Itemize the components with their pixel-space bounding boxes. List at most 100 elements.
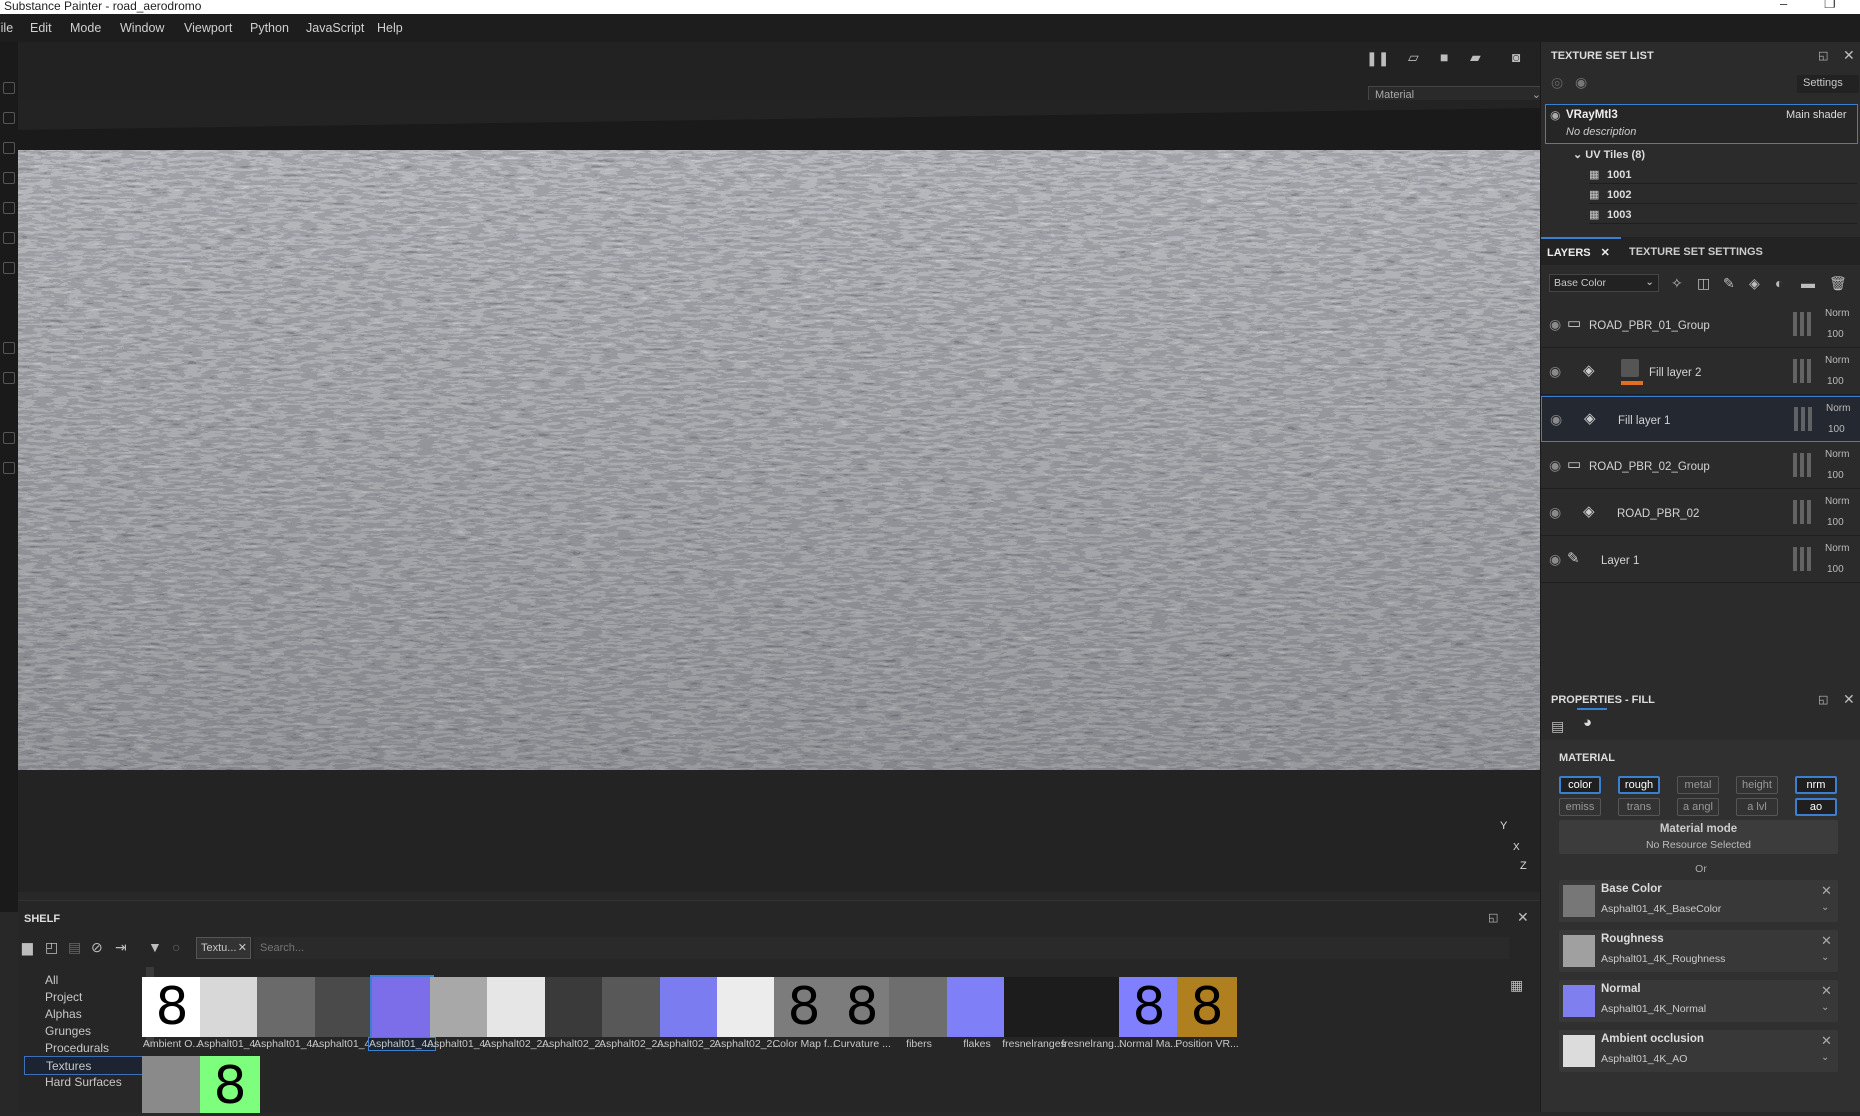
menu-mode[interactable]: Mode (70, 21, 101, 35)
display-settings-icon[interactable] (3, 462, 15, 474)
delete-layer-icon[interactable]: 🗑 (1829, 275, 1847, 292)
smudge-tool-icon[interactable] (3, 202, 15, 214)
viewport[interactable]: ❚❚ ▱ ■ ▰ ◙ Material ⌄ Y X Z (18, 42, 1540, 892)
close-icon[interactable]: ✕ (1821, 983, 1832, 999)
refresh-icon[interactable]: ○ (172, 939, 180, 955)
filter-tag[interactable]: Textu... ✕ (196, 937, 251, 959)
shelf-item-thumbnail[interactable] (889, 977, 949, 1037)
shelf-item-thumbnail[interactable]: 8 (200, 1056, 260, 1116)
layer-opacity[interactable]: 100 (1827, 564, 1844, 575)
material-slot[interactable]: Base Color Asphalt01_4K_BaseColor ✕ ⌄ (1559, 880, 1838, 922)
shelf-item-thumbnail[interactable]: 8 (832, 977, 892, 1037)
shelf-item-label[interactable]: Normal Ma... (1116, 1038, 1182, 1050)
menu-help[interactable]: Help (377, 21, 403, 35)
shelf-item-thumbnail[interactable] (1062, 977, 1122, 1037)
shelf-item-label[interactable]: fibers (886, 1038, 952, 1050)
layer-channels-icon[interactable] (1793, 359, 1813, 383)
camera-icon[interactable]: ▰ (1470, 49, 1481, 66)
eye-icon[interactable]: ◉ (1549, 551, 1561, 568)
material-slot[interactable]: Normal Asphalt01_4K_Normal ✕ ⌄ (1559, 980, 1838, 1022)
pause-icon[interactable]: ❚❚ (1366, 50, 1389, 67)
channel-toggle-a-angl[interactable]: a angl (1677, 798, 1719, 816)
undock-icon[interactable]: ◱ (1488, 911, 1498, 924)
fill-properties-icon[interactable]: ▤ (1551, 718, 1564, 735)
grid-view-icon[interactable]: ▦ (1510, 977, 1523, 994)
shelf-item-thumbnail[interactable] (545, 977, 605, 1037)
shelf-item-label[interactable]: Asphalt02_2... (484, 1038, 550, 1050)
undock-icon[interactable]: ◱ (1818, 693, 1828, 706)
chevron-down-icon[interactable]: ⌄ (1821, 1052, 1829, 1063)
shelf-item-thumbnail[interactable] (200, 977, 260, 1037)
tab-texture-set-settings[interactable]: TEXTURE SET SETTINGS (1629, 246, 1763, 258)
layer-blend-mode[interactable]: Norm (1825, 543, 1849, 554)
menu-edit[interactable]: Edit (30, 21, 52, 35)
menu-python[interactable]: Python (250, 21, 289, 35)
layer-blend-mode[interactable]: Norm (1825, 449, 1849, 460)
layer-channels-icon[interactable] (1793, 312, 1813, 336)
layer-row[interactable]: ◉ ✎ Layer 1 Norm 100 (1541, 537, 1860, 583)
mask-thumbnail[interactable] (1621, 359, 1639, 377)
folder-icon[interactable]: ▆ (22, 939, 33, 956)
layer-row[interactable]: ◉ ◈ Fill layer 2 Norm 100 (1541, 349, 1860, 395)
shelf-item-thumbnail[interactable]: 8 (1177, 977, 1237, 1037)
shelf-item-thumbnail[interactable] (257, 977, 317, 1037)
close-icon[interactable]: ✕ (1821, 933, 1832, 949)
menu-javascript[interactable]: JavaScript (306, 21, 364, 35)
slot-thumbnail[interactable] (1563, 1035, 1595, 1067)
menu-viewport[interactable]: Viewport (184, 21, 232, 35)
uv-tile-row[interactable]: ▦ 1001 (1589, 166, 1857, 184)
save-icon[interactable]: ▤ (68, 939, 81, 956)
close-icon[interactable]: ✕ (1601, 247, 1610, 259)
shelf-item-label[interactable]: fresnelranges (1001, 1038, 1067, 1050)
picker-tool-icon[interactable] (3, 262, 15, 274)
shelf-item-thumbnail[interactable]: 8 (1119, 977, 1179, 1037)
add-paint-layer-icon[interactable]: ✎ (1723, 275, 1735, 292)
layer-channels-icon[interactable] (1794, 407, 1814, 431)
shelf-item-label[interactable]: Ambient O... (139, 1038, 205, 1050)
add-folder-icon[interactable]: ▬ (1801, 275, 1815, 291)
channel-toggle-trans[interactable]: trans (1618, 798, 1660, 816)
texture-set-item[interactable]: ◉ VRayMtl3 Main shader No description (1545, 104, 1858, 144)
channel-toggle-emiss[interactable]: emiss (1559, 798, 1601, 816)
layer-channels-icon[interactable] (1793, 500, 1813, 524)
menu-file[interactable]: File (0, 21, 13, 35)
bake-icon[interactable] (3, 342, 15, 354)
channel-toggle-ao[interactable]: ao (1795, 798, 1837, 816)
maximize-icon[interactable]: ❐ (1824, 0, 1836, 10)
shelf-item-thumbnail[interactable] (1004, 977, 1064, 1037)
import-icon[interactable]: ⇥ (115, 939, 127, 956)
new-folder-icon[interactable]: ◰ (45, 939, 58, 956)
layer-blend-mode[interactable]: Norm (1826, 403, 1850, 414)
shelf-item-thumbnail[interactable] (370, 975, 434, 1039)
clone-tool-icon[interactable] (3, 232, 15, 244)
layer-blend-mode[interactable]: Norm (1825, 496, 1849, 507)
layer-row[interactable]: ◉ ◈ ROAD_PBR_02 Norm 100 (1541, 490, 1860, 536)
chevron-down-icon[interactable]: ⌄ (1821, 952, 1829, 963)
texture-set-settings-dropdown[interactable]: Settings (1797, 75, 1859, 93)
chevron-down-icon[interactable]: ⌄ (1821, 902, 1829, 913)
minimize-icon[interactable]: – (1780, 0, 1787, 10)
shelf-item-label[interactable]: Position VR... (1174, 1038, 1240, 1050)
geometry-fill-icon[interactable] (3, 172, 15, 184)
shelf-item-thumbnail[interactable] (315, 977, 375, 1037)
close-icon[interactable]: ✕ (1517, 909, 1529, 926)
close-icon[interactable]: ✕ (1821, 1033, 1832, 1049)
layer-row[interactable]: ◉ ▭ ROAD_PBR_01_Group Norm 100 (1541, 302, 1860, 348)
slot-resource[interactable]: Asphalt01_4K_Roughness (1601, 953, 1725, 965)
shelf-item-thumbnail[interactable] (602, 977, 662, 1037)
layer-opacity[interactable]: 100 (1827, 329, 1844, 340)
shader-name[interactable]: Main shader (1786, 109, 1847, 121)
visibility-off-icon[interactable]: ◎ (1551, 74, 1563, 91)
shelf-search-input[interactable] (254, 937, 1509, 959)
add-mask-icon[interactable]: ◫ (1697, 275, 1710, 292)
eye-icon[interactable]: ◉ (1550, 108, 1560, 122)
uv-tiles-toggle[interactable]: ⌄ UV Tiles (8) (1573, 148, 1645, 161)
shelf-item-label[interactable]: Asphalt01_4... (368, 1037, 436, 1051)
uv-tile-row[interactable]: ▦ 1003 (1589, 206, 1857, 224)
layer-row[interactable]: ◉ ◈ Fill layer 1 Norm 100 (1541, 396, 1860, 442)
layer-blend-mode[interactable]: Norm (1825, 308, 1849, 319)
export-icon[interactable] (3, 372, 15, 384)
slot-resource[interactable]: Asphalt01_4K_BaseColor (1601, 903, 1721, 915)
slot-resource[interactable]: Asphalt01_4K_AO (1601, 1053, 1687, 1065)
layer-opacity[interactable]: 100 (1828, 424, 1845, 435)
